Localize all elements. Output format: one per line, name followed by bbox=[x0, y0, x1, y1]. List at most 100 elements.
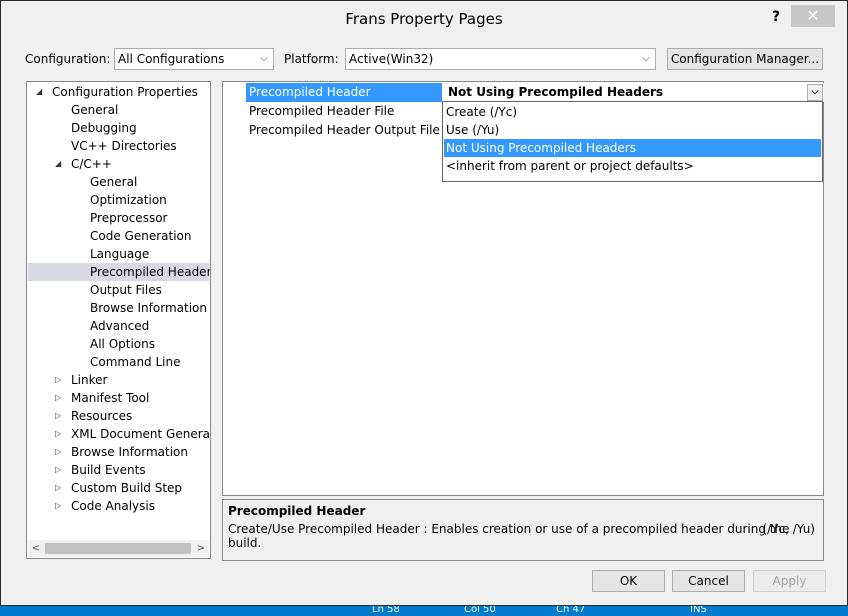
description-title: Precompiled Header bbox=[228, 504, 366, 518]
tree-item[interactable]: VC++ Directories bbox=[28, 137, 209, 155]
property-name[interactable]: Precompiled Header bbox=[246, 83, 442, 102]
collapse-arrow-icon[interactable]: ◢ bbox=[55, 155, 61, 173]
tree-item[interactable]: ▷ Linker bbox=[28, 371, 209, 389]
horizontal-scrollbar[interactable]: < > bbox=[28, 540, 209, 557]
tree-item-label: VC++ Directories bbox=[71, 139, 177, 153]
platform-combo[interactable]: Active(Win32) ⌵ bbox=[345, 48, 656, 70]
expand-arrow-icon[interactable]: ▷ bbox=[55, 443, 61, 461]
tree-item[interactable]: ◢ C/C++ bbox=[28, 155, 209, 173]
tree-item-label: Optimization bbox=[90, 193, 167, 207]
configuration-label: Configuration: bbox=[25, 52, 111, 66]
tree-item-label: Custom Build Step bbox=[71, 481, 183, 495]
tree-item[interactable]: Preprocessor bbox=[28, 209, 209, 227]
chevron-down-icon: ⌵ bbox=[642, 53, 650, 64]
tree-item-label: All Options bbox=[90, 337, 155, 351]
tree-item-label: General bbox=[90, 175, 138, 189]
tree-item-label: Debugging bbox=[71, 121, 137, 135]
tree-item[interactable]: ◢ Configuration Properties bbox=[28, 83, 209, 101]
collapse-arrow-icon[interactable]: ◢ bbox=[36, 83, 42, 101]
tree-item[interactable]: ▷ Build Events bbox=[28, 461, 209, 479]
description-panel: Precompiled Header Create/Use Precompile… bbox=[222, 499, 824, 561]
tree-item[interactable]: General bbox=[28, 173, 209, 191]
tree-item-label: Precompiled Headers bbox=[90, 265, 211, 279]
tree-item-label: Language bbox=[90, 247, 150, 261]
title-bar: Frans Property Pages ? ✕ bbox=[1, 1, 847, 37]
expand-arrow-icon[interactable]: ▷ bbox=[55, 371, 61, 389]
grid-row-precompiled-header[interactable]: Precompiled Header Not Using Precompiled… bbox=[224, 83, 824, 102]
tree-item[interactable]: All Options bbox=[28, 335, 209, 353]
status-insert-mode: INS bbox=[690, 606, 707, 615]
tree-item[interactable]: Debugging bbox=[28, 119, 209, 137]
tree-item-label: Browse Information bbox=[90, 301, 207, 315]
expand-arrow-icon[interactable]: ▷ bbox=[55, 389, 61, 407]
platform-label: Platform: bbox=[284, 52, 339, 66]
tree-item[interactable]: Browse Information bbox=[28, 299, 209, 317]
tree-item-label: Output Files bbox=[90, 283, 162, 297]
description-switches: (/Yc, /Yu) bbox=[762, 522, 815, 536]
tree-item[interactable]: Code Generation bbox=[28, 227, 209, 245]
tree-item-label: Manifest Tool bbox=[71, 391, 150, 405]
tree-item[interactable]: Precompiled Headers bbox=[28, 263, 211, 281]
status-column: Col 50 bbox=[464, 606, 496, 615]
ok-button[interactable]: OK bbox=[592, 570, 665, 592]
tree-item[interactable]: ▷ Manifest Tool bbox=[28, 389, 209, 407]
window-title: Frans Property Pages bbox=[345, 10, 503, 28]
status-char: Ch 47 bbox=[556, 606, 586, 615]
tree-item-label: Code Generation bbox=[90, 229, 192, 243]
tree-item[interactable]: ▷ XML Document Generator bbox=[28, 425, 211, 443]
configuration-value: All Configurations bbox=[118, 52, 225, 66]
tree-item[interactable]: Output Files bbox=[28, 281, 209, 299]
tree-item-label: General bbox=[71, 103, 119, 117]
tree-item[interactable]: ▷ Browse Information bbox=[28, 443, 209, 461]
close-button[interactable]: ✕ bbox=[791, 5, 835, 27]
expand-arrow-icon[interactable]: ▷ bbox=[55, 479, 61, 497]
tree-item[interactable]: ▷ Resources bbox=[28, 407, 209, 425]
tree-item[interactable]: Command Line bbox=[28, 353, 209, 371]
dropdown-option[interactable]: <inherit from parent or project defaults… bbox=[444, 157, 821, 175]
expand-arrow-icon[interactable]: ▷ bbox=[55, 425, 61, 443]
tree-item-label: Command Line bbox=[90, 355, 181, 369]
property-name[interactable]: Precompiled Header File bbox=[246, 102, 442, 121]
expand-arrow-icon[interactable]: ▷ bbox=[55, 407, 61, 425]
platform-value: Active(Win32) bbox=[349, 52, 434, 66]
expand-arrow-icon[interactable]: ▷ bbox=[55, 461, 61, 479]
tree-item[interactable]: Advanced bbox=[28, 317, 209, 335]
tree-item[interactable]: ▷ Custom Build Step bbox=[28, 479, 209, 497]
cancel-button[interactable]: Cancel bbox=[672, 570, 745, 592]
dropdown-option[interactable]: Create (/Yc) bbox=[444, 103, 821, 121]
description-text: Create/Use Precompiled Header : Enables … bbox=[228, 522, 790, 550]
scroll-left-icon[interactable]: < bbox=[28, 540, 44, 557]
tree-item-label: XML Document Generator bbox=[71, 427, 211, 441]
status-bar: Ln 58 Col 50 Ch 47 INS bbox=[0, 606, 848, 616]
scroll-right-icon[interactable]: > bbox=[193, 540, 209, 557]
chevron-down-icon: ⌵ bbox=[260, 53, 268, 64]
tree-item-label: Preprocessor bbox=[90, 211, 168, 225]
tree-item-label: Advanced bbox=[90, 319, 150, 333]
property-tree[interactable]: ◢ Configuration Properties General Debuggin… bbox=[26, 81, 211, 559]
apply-button[interactable]: Apply bbox=[753, 570, 826, 592]
tree-item-label: Build Events bbox=[71, 463, 146, 477]
help-button[interactable]: ? bbox=[765, 7, 787, 27]
tree-item[interactable]: ▷ Code Analysis bbox=[28, 497, 209, 515]
tree-item-label: Configuration Properties bbox=[52, 85, 198, 99]
tree-item-label: Linker bbox=[71, 373, 108, 387]
tree-item-label: Code Analysis bbox=[71, 499, 155, 513]
property-name[interactable]: Precompiled Header Output File bbox=[246, 121, 442, 140]
tree-item[interactable]: General bbox=[28, 101, 209, 119]
chevron-down-icon[interactable]: ⌵ bbox=[807, 84, 823, 101]
configuration-combo[interactable]: All Configurations ⌵ bbox=[114, 48, 274, 70]
tree-item[interactable]: Optimization bbox=[28, 191, 209, 209]
dropdown-option-selected[interactable]: Not Using Precompiled Headers bbox=[444, 139, 821, 157]
tree-item-label: Resources bbox=[71, 409, 133, 423]
precompiled-header-dropdown[interactable]: Create (/Yc) Use (/Yu) Not Using Precomp… bbox=[442, 101, 823, 182]
property-pages-dialog: Frans Property Pages ? ✕ Configuration: … bbox=[0, 0, 848, 606]
dropdown-option[interactable]: Use (/Yu) bbox=[444, 121, 821, 139]
property-value: Not Using Precompiled Headers bbox=[448, 85, 664, 99]
tree-item-label: Browse Information bbox=[71, 445, 188, 459]
tree-item[interactable]: Language bbox=[28, 245, 209, 263]
scrollbar-thumb[interactable] bbox=[45, 543, 191, 554]
status-line: Ln 58 bbox=[372, 606, 400, 615]
configuration-manager-button[interactable]: Configuration Manager... bbox=[667, 48, 823, 70]
expand-arrow-icon[interactable]: ▷ bbox=[55, 497, 61, 515]
property-value-combo[interactable]: Not Using Precompiled Headers ⌵ bbox=[444, 83, 824, 102]
